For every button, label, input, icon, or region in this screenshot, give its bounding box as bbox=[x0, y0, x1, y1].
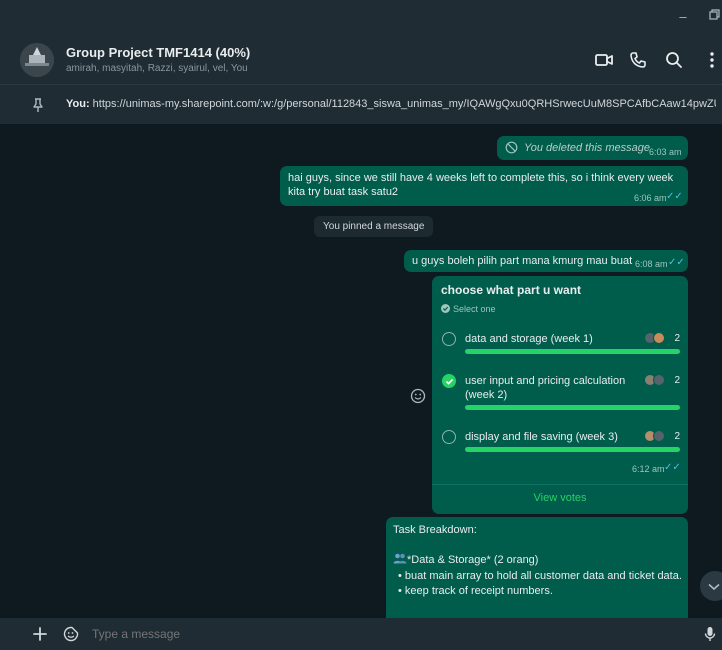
poll-progress-bar bbox=[465, 349, 680, 354]
restore-icon bbox=[708, 9, 720, 20]
pinned-message-bar[interactable]: You: https://unimas-my.sharepoint.com/:w… bbox=[0, 84, 722, 124]
breakdown-bullet: • keep track of receipt numbers. bbox=[398, 585, 553, 597]
group-members: amirah, masyitah, Razzi, syairul, vel, Y… bbox=[66, 63, 248, 74]
deleted-message-text: You deleted this message bbox=[524, 142, 650, 154]
cinema-logo-icon bbox=[20, 43, 54, 77]
outgoing-message-bubble[interactable]: hai guys, since we still have 4 weeks le… bbox=[280, 166, 688, 206]
poll-option-label: display and file saving (week 3) bbox=[465, 431, 618, 443]
poll-progress-bar bbox=[465, 405, 680, 410]
emoji-react-icon[interactable] bbox=[410, 388, 426, 404]
plus-icon[interactable] bbox=[33, 627, 47, 641]
breakdown-section: *Data & Storage* (2 orang) bbox=[393, 553, 538, 566]
breakdown-bullet: • buat main array to hold all customer d… bbox=[398, 570, 682, 582]
poll-vote-count: 2 bbox=[674, 333, 680, 344]
poll-message[interactable]: choose what part u want Select one data … bbox=[432, 276, 688, 514]
minimize-button[interactable]: – bbox=[674, 9, 692, 25]
poll-option[interactable]: display and file saving (week 3) 2 bbox=[442, 430, 680, 458]
pinned-sender: You: bbox=[66, 98, 90, 110]
outgoing-message-bubble[interactable]: Task Breakdown: *Data & Storage* (2 oran… bbox=[386, 517, 688, 618]
voter-avatar bbox=[653, 332, 665, 344]
video-call-icon[interactable] bbox=[594, 50, 614, 70]
breakdown-heading: Task Breakdown: bbox=[393, 524, 477, 536]
group-name[interactable]: Group Project TMF1414 (40%) bbox=[66, 45, 250, 60]
check-icon bbox=[445, 378, 453, 385]
poll-option-label: data and storage (week 1) bbox=[465, 333, 593, 345]
poll-subtitle: Select one bbox=[453, 304, 496, 314]
system-pin-notice: You pinned a message bbox=[314, 216, 434, 237]
people-icon bbox=[393, 553, 407, 564]
breakdown-bullet-text: keep track of receipt numbers. bbox=[404, 585, 553, 597]
breakdown-section-text: *Data & Storage* (2 orang) bbox=[407, 554, 539, 566]
message-input[interactable] bbox=[92, 627, 652, 641]
deleted-icon bbox=[505, 141, 518, 154]
poll-progress-bar bbox=[465, 447, 680, 452]
poll-title: choose what part u want bbox=[441, 283, 582, 297]
poll-vote-count: 2 bbox=[674, 431, 680, 442]
voice-call-icon[interactable] bbox=[628, 50, 648, 70]
restore-button[interactable] bbox=[705, 8, 722, 24]
scroll-to-bottom-button[interactable] bbox=[700, 571, 722, 601]
poll-option[interactable]: data and storage (week 1) 2 bbox=[442, 332, 680, 360]
pinned-link[interactable]: https://unimas-my.sharepoint.com/:w:/g/p… bbox=[90, 98, 716, 110]
outgoing-message-bubble[interactable]: u guys boleh pilih part mana kmurg mau b… bbox=[404, 250, 688, 272]
select-one-icon bbox=[441, 304, 450, 313]
read-receipt-icon: ✓✓ bbox=[666, 191, 683, 202]
voter-avatar bbox=[653, 374, 665, 386]
voter-avatar bbox=[653, 430, 665, 442]
poll-radio[interactable] bbox=[442, 332, 456, 346]
group-avatar[interactable] bbox=[20, 43, 54, 77]
chat-messages-area[interactable]: You deleted this message 6:03 am hai guy… bbox=[0, 124, 722, 618]
read-receipt-icon: ✓✓ bbox=[668, 257, 685, 268]
breakdown-bullet-text: buat main array to hold all customer dat… bbox=[404, 570, 682, 582]
message-text: hai guys, since we still have 4 weeks le… bbox=[288, 172, 674, 198]
message-time: 6:06 am bbox=[634, 193, 667, 203]
message-input-bar[interactable] bbox=[0, 618, 722, 650]
sticker-icon[interactable] bbox=[63, 626, 79, 642]
window-titlebar: – bbox=[0, 0, 722, 36]
message-time: 6:03 am bbox=[649, 147, 682, 157]
read-receipt-icon: ✓✓ bbox=[664, 462, 681, 473]
message-time: 6:08 am bbox=[635, 259, 668, 269]
poll-radio[interactable] bbox=[442, 430, 456, 444]
poll-radio-checked[interactable] bbox=[442, 374, 456, 388]
chevron-down-icon bbox=[708, 583, 720, 591]
pinned-message-text[interactable]: You: https://unimas-my.sharepoint.com/:w… bbox=[66, 98, 716, 110]
more-options-icon[interactable] bbox=[702, 50, 722, 70]
chat-header[interactable]: Group Project TMF1414 (40%) amirah, masy… bbox=[0, 36, 722, 84]
deleted-message-bubble[interactable]: You deleted this message 6:03 am bbox=[497, 136, 688, 160]
pin-icon bbox=[33, 98, 43, 112]
message-text: u guys boleh pilih part mana kmurg mau b… bbox=[412, 255, 633, 267]
poll-vote-count: 2 bbox=[674, 375, 680, 386]
search-icon[interactable] bbox=[664, 50, 684, 70]
poll-divider bbox=[432, 484, 688, 485]
view-votes-button[interactable]: View votes bbox=[432, 492, 688, 504]
message-time: 6:12 am bbox=[632, 464, 665, 474]
poll-option[interactable]: user input and pricing calculation (week… bbox=[442, 374, 680, 414]
microphone-icon[interactable] bbox=[704, 626, 716, 642]
poll-option-label: user input and pricing calculation (week… bbox=[465, 375, 626, 401]
